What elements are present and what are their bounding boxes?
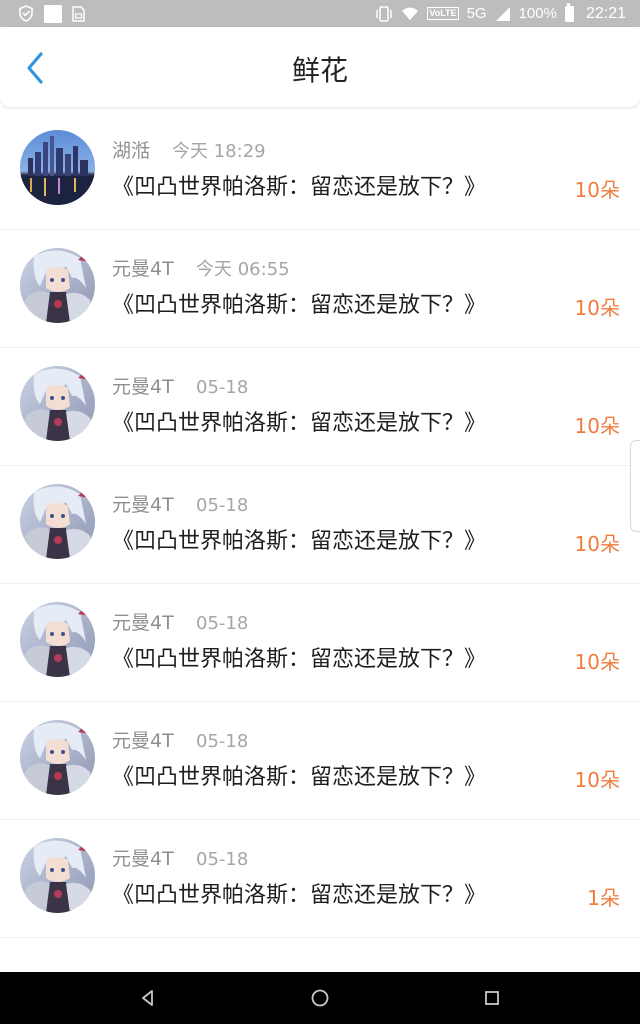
user-name[interactable]: 元曼4T	[112, 729, 174, 753]
timestamp: 05-18	[196, 377, 249, 398]
clock: 22:21	[585, 4, 626, 22]
avatar[interactable]	[20, 720, 95, 795]
avatar[interactable]	[20, 130, 95, 205]
wifi-icon	[402, 7, 419, 20]
user-name[interactable]: 元曼4T	[112, 257, 174, 281]
book-title[interactable]: 《凹凸世界帕洛斯：留恋还是放下？》	[112, 881, 486, 911]
volte-badge: VoLTE	[427, 7, 459, 20]
page-title: 鲜花	[291, 54, 348, 87]
signal-icon	[495, 6, 510, 21]
timestamp: 今天 18:29	[172, 141, 266, 162]
back-triangle-icon[interactable]	[134, 984, 162, 1012]
avatar[interactable]	[20, 366, 95, 441]
timestamp: 05-18	[196, 731, 249, 752]
side-drawer-handle[interactable]	[630, 440, 640, 532]
book-title[interactable]: 《凹凸世界帕洛斯：留恋还是放下？》	[112, 645, 486, 675]
user-name[interactable]: 湖湉	[112, 139, 150, 163]
network-type: 5G	[466, 5, 487, 22]
user-name[interactable]: 元曼4T	[112, 375, 174, 399]
flower-count: 10朵	[574, 650, 620, 674]
vibrate-icon	[376, 5, 393, 22]
sd-card-icon	[72, 5, 85, 22]
avatar[interactable]	[20, 484, 95, 559]
list-item[interactable]: 元曼4T 05-18 《凹凸世界帕洛斯：留恋还是放下？》 10朵	[0, 702, 640, 820]
flower-count: 1朵	[587, 886, 620, 910]
user-name[interactable]: 元曼4T	[112, 611, 174, 635]
list-item[interactable]: 元曼4T 05-18 《凹凸世界帕洛斯：留恋还是放下？》 10朵	[0, 466, 640, 584]
status-bar-right: VoLTE 5G 100% 22:21	[375, 2, 626, 23]
flower-count: 10朵	[574, 532, 620, 556]
book-title[interactable]: 《凹凸世界帕洛斯：留恋还是放下？》	[112, 173, 486, 203]
user-name[interactable]: 元曼4T	[112, 847, 174, 871]
flower-count: 10朵	[574, 414, 620, 438]
timestamp: 05-18	[196, 849, 249, 870]
navigation-bar	[0, 972, 640, 1024]
list-item[interactable]: 元曼4T 05-18 《凹凸世界帕洛斯：留恋还是放下？》 1朵	[0, 820, 640, 938]
book-title[interactable]: 《凹凸世界帕洛斯：留恋还是放下？》	[112, 527, 486, 557]
user-name[interactable]: 元曼4T	[112, 493, 174, 517]
list-item[interactable]: 元曼4T 05-18 《凹凸世界帕洛斯：留恋还是放下？》 10朵	[0, 348, 640, 466]
shield-icon	[19, 5, 33, 22]
list-item[interactable]: 湖湉 今天 18:29 《凹凸世界帕洛斯：留恋还是放下？》 10朵	[0, 112, 640, 230]
avatar[interactable]	[20, 838, 95, 913]
app-header: 鲜花	[0, 27, 640, 107]
battery-icon	[564, 2, 574, 22]
battery-percent: 100%	[518, 5, 557, 22]
list-item[interactable]: 元曼4T 05-18 《凹凸世界帕洛斯：留恋还是放下？》 10朵	[0, 584, 640, 702]
timestamp: 05-18	[196, 495, 249, 516]
home-circle-icon[interactable]	[306, 984, 334, 1012]
recents-square-icon[interactable]	[478, 984, 506, 1012]
flower-count: 10朵	[574, 296, 620, 320]
book-title[interactable]: 《凹凸世界帕洛斯：留恋还是放下？》	[112, 291, 486, 321]
status-bar-left	[18, 4, 85, 23]
notification-icon	[44, 4, 62, 23]
avatar[interactable]	[20, 248, 95, 323]
flower-count: 10朵	[574, 768, 620, 792]
list-item[interactable]: 元曼4T 今天 06:55 《凹凸世界帕洛斯：留恋还是放下？》 10朵	[0, 230, 640, 348]
avatar[interactable]	[20, 602, 95, 677]
flower-count: 10朵	[574, 178, 620, 202]
timestamp: 今天 06:55	[196, 259, 290, 280]
status-bar: VoLTE 5G 100% 22:21	[0, 0, 640, 27]
book-title[interactable]: 《凹凸世界帕洛斯：留恋还是放下？》	[112, 763, 486, 793]
flower-list: 湖湉 今天 18:29 《凹凸世界帕洛斯：留恋还是放下？》 10朵 元曼4T 今天 06:…	[0, 112, 640, 972]
timestamp: 05-18	[196, 613, 249, 634]
book-title[interactable]: 《凹凸世界帕洛斯：留恋还是放下？》	[112, 409, 486, 439]
